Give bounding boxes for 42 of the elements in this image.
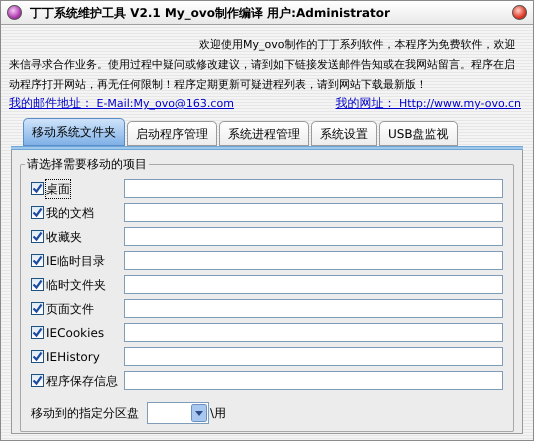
tab[interactable]: 启动程序管理 — [127, 121, 217, 146]
tab[interactable]: 移动系统文件夹 — [23, 118, 125, 146]
checkbox-label: 桌面 — [46, 180, 70, 198]
group-title: 请选择需要移动的项目 — [25, 157, 149, 171]
tab[interactable]: 系统进程管理 — [219, 121, 309, 146]
intro-paragraph: 欢迎使用My_ovo制作的丁丁系列软件，本程序为免费软件，欢迎来信寻求合作业务。使用过程中疑问或修改建议，请到如下链接发送邮件告知或在我网站留言。程序在启动程序打开网站，再无任何限制！程序定期更新可疑进程列表，请到网站下载最新版！ — [9, 37, 516, 93]
path-field[interactable] — [124, 203, 503, 222]
path-field[interactable] — [124, 347, 503, 366]
website-link[interactable]: 我的网址： Http://www.my-ovo.cn — [336, 95, 521, 112]
target-label: 移动到的指定分区盘 — [31, 405, 139, 422]
window-title: 丁丁系统维护工具 V2.1 My_ovo制作编译 用户:Administrator — [30, 4, 390, 22]
checkbox[interactable] — [31, 230, 44, 243]
path-field[interactable] — [124, 227, 503, 246]
checkbox[interactable] — [31, 182, 44, 195]
path-field[interactable] — [124, 371, 503, 390]
window-icon — [7, 5, 22, 20]
close-button[interactable] — [512, 5, 527, 20]
checkbox-label: 页面文件 — [46, 300, 95, 318]
path-field[interactable] — [124, 179, 503, 198]
checkbox-label: 程序保存信息 — [46, 372, 119, 390]
checkbox[interactable] — [31, 254, 44, 267]
path-suffix: \用 — [210, 405, 226, 422]
checkbox[interactable] — [31, 278, 44, 291]
checkbox[interactable] — [31, 206, 44, 219]
checkbox[interactable] — [31, 302, 44, 315]
checkbox[interactable] — [31, 374, 44, 387]
drive-dropdown[interactable] — [147, 402, 209, 424]
checkbox-label: 收藏夹 — [46, 228, 83, 246]
path-field[interactable] — [124, 323, 503, 342]
checkbox-label: 我的文档 — [46, 204, 95, 222]
checkbox[interactable] — [31, 350, 44, 363]
tab[interactable]: 系统设置 — [311, 121, 377, 146]
checkbox-label: IEHistory — [46, 348, 101, 366]
tab[interactable]: USB盘监视 — [379, 121, 458, 146]
path-field[interactable] — [124, 275, 503, 294]
email-link[interactable]: 我的邮件地址： E-Mail:My_ovo@163.com — [9, 95, 234, 112]
checkbox-label: IECookies — [46, 324, 106, 342]
checkbox-label: 临时文件夹 — [46, 276, 107, 294]
path-field[interactable] — [124, 251, 503, 270]
checkbox-label: IE临时目录 — [46, 252, 106, 270]
checkbox[interactable] — [31, 326, 44, 339]
path-field[interactable] — [124, 299, 503, 318]
